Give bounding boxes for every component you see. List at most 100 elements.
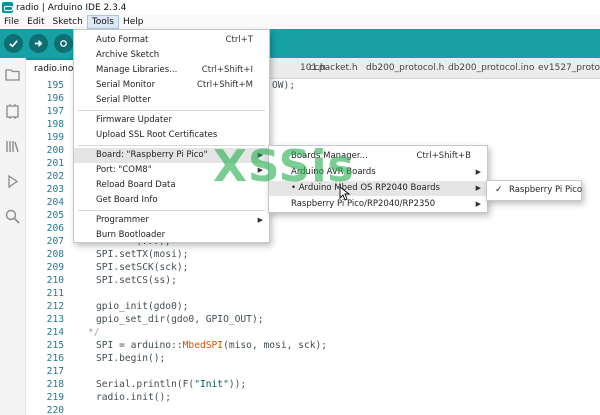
tab-ev1527-protoc[interactable]: ev1527_protoc [538, 58, 600, 79]
menu-item-shortcut: Ctrl+T [225, 35, 253, 45]
menu-item-label: Raspberry Pi Pico [509, 185, 583, 195]
check-icon [9, 40, 18, 48]
debug-button[interactable] [54, 34, 73, 53]
line-number: 197 [46, 106, 64, 117]
menu-item-shortcut: Ctrl+Shift+M [196, 80, 253, 90]
menu-separator [78, 110, 265, 111]
line-number: 214 [46, 327, 64, 338]
menu-item-label: Auto Format [96, 35, 149, 45]
code-line-215: SPI = arduino::MbedSPI(miso, mosi, sck); [96, 340, 327, 351]
verify-button[interactable] [4, 34, 23, 53]
menu-item-label: Board: "Raspberry Pi Pico" [96, 150, 208, 160]
menu-item-archive-sketch[interactable]: Archive Sketch [74, 48, 269, 63]
menu-item-firmware-updater[interactable]: Firmware Updater [74, 113, 269, 128]
debug-play-icon[interactable] [4, 173, 21, 190]
menu-item-label: Upload SSL Root Certificates [96, 130, 218, 140]
tab-db200-protocol-ino[interactable]: db200_protocol.ino [448, 58, 534, 79]
menu-item-label: Serial Plotter [96, 95, 151, 105]
upload-button[interactable] [29, 34, 48, 53]
line-number: 204 [46, 197, 64, 208]
line-number: 208 [46, 249, 64, 260]
line-number: 215 [46, 340, 64, 351]
menu-item-programmer[interactable]: Programmer ▶ [74, 213, 269, 228]
code-line-210: SPI.setCS(ss); [96, 275, 177, 286]
boards-manager-icon[interactable] [4, 103, 21, 120]
line-number: 199 [46, 132, 64, 143]
menu-item-label: Raspberry Pi Pico/RP2040/RP2350 [291, 199, 436, 209]
code-line-212: gpio_init(gdo0); [96, 301, 189, 312]
menu-help[interactable]: Help [119, 15, 148, 29]
menu-edit[interactable]: Edit [23, 15, 48, 29]
menu-item-serial-plotter[interactable]: Serial Plotter [74, 93, 269, 108]
menu-item-manage-libraries[interactable]: Manage Libraries... Ctrl+Shift+I [74, 63, 269, 78]
code-line-208: SPI.setTX(mosi); [96, 249, 189, 260]
menu-item-label: Reload Board Data [96, 180, 176, 190]
line-number: 213 [46, 314, 64, 325]
menu-item-label: Firmware Updater [96, 115, 172, 125]
line-number: 209 [46, 262, 64, 273]
menu-item-shortcut: Ctrl+Shift+I [201, 65, 253, 75]
menu-item-label: Get Board Info [96, 195, 158, 205]
menu-item-label: Archive Sketch [96, 50, 160, 60]
menu-sketch[interactable]: Sketch [49, 15, 87, 29]
code-line-218: Serial.println(F("Init")); [96, 379, 246, 390]
tab-db200-protocol-h[interactable]: db200_protocol.h [366, 58, 444, 79]
menu-item-raspberry-pi-pico-rp2040[interactable]: Raspberry Pi Pico/RP2040/RP2350 ▶ [269, 197, 487, 212]
line-number: 198 [46, 119, 64, 130]
search-icon[interactable] [4, 208, 21, 225]
code-line-214: */ [88, 327, 100, 338]
arduino-app-icon [2, 2, 13, 13]
line-number: 206 [46, 223, 64, 234]
menu-item-raspberry-pi-pico[interactable]: ✓ Raspberry Pi Pico [487, 183, 583, 198]
check-icon: ✓ [495, 185, 503, 195]
menu-item-get-board-info[interactable]: Get Board Info [74, 193, 269, 208]
tab-ccpacket-h[interactable]: ccpacket.h [309, 58, 358, 79]
code-token: SPI = arduino:: [96, 340, 183, 351]
line-number: 220 [46, 405, 64, 415]
menu-item-shortcut: Ctrl+Shift+B [416, 151, 471, 161]
library-manager-icon[interactable] [4, 138, 21, 155]
mbed-board-submenu: ✓ Raspberry Pi Pico [486, 180, 582, 201]
chevron-right-icon: ▶ [475, 200, 481, 208]
menu-item-label: Serial Monitor [96, 80, 156, 90]
menu-item-auto-format[interactable]: Auto Format Ctrl+T [74, 33, 269, 48]
menu-item-burn-bootloader[interactable]: Burn Bootloader [74, 228, 269, 243]
line-number: 196 [46, 93, 64, 104]
menu-item-label: Port: "COM8" [96, 165, 152, 175]
debug-icon [60, 40, 67, 47]
folder-icon[interactable] [4, 66, 21, 83]
menu-bar: File Edit Sketch Tools Help [0, 15, 600, 29]
line-number: 211 [46, 288, 64, 299]
window-title: radio | Arduino IDE 2.3.4 [16, 2, 127, 13]
line-number: 195 [46, 80, 64, 91]
menu-file[interactable]: File [0, 15, 23, 29]
activity-bar [0, 58, 26, 415]
line-number: 203 [46, 184, 64, 195]
menu-item-label: Programmer [96, 215, 149, 225]
menu-item-serial-monitor[interactable]: Serial Monitor Ctrl+Shift+M [74, 78, 269, 93]
line-number: 200 [46, 145, 64, 156]
line-number: 205 [46, 210, 64, 221]
line-number: 210 [46, 275, 64, 286]
code-line-213: gpio_set_dir(gdo0, GPIO_OUT); [96, 314, 264, 325]
tools-menu: Auto Format Ctrl+T Archive Sketch Manage … [73, 29, 270, 243]
arrow-right-icon [34, 40, 43, 47]
line-number: 219 [46, 392, 64, 403]
menu-tools[interactable]: Tools [86, 15, 119, 29]
line-number: 217 [46, 366, 64, 377]
code-token: MbedSPI [182, 340, 224, 351]
chevron-right-icon: ▶ [257, 216, 263, 224]
line-number: 202 [46, 171, 64, 182]
code-line-216: SPI.begin(); [96, 353, 166, 364]
code-line-209: SPI.setSCK(sck); [96, 262, 189, 273]
menu-separator [78, 210, 265, 211]
line-number: 201 [46, 158, 64, 169]
line-number: 218 [46, 379, 64, 390]
line-number: 207 [46, 236, 64, 247]
watermark: XSSis [213, 141, 355, 192]
chevron-right-icon: ▶ [475, 168, 481, 176]
code-token: Serial.println(F( [96, 379, 195, 390]
line-number: 212 [46, 301, 64, 312]
code-token: )); [228, 379, 247, 390]
line-number: 216 [46, 353, 64, 364]
